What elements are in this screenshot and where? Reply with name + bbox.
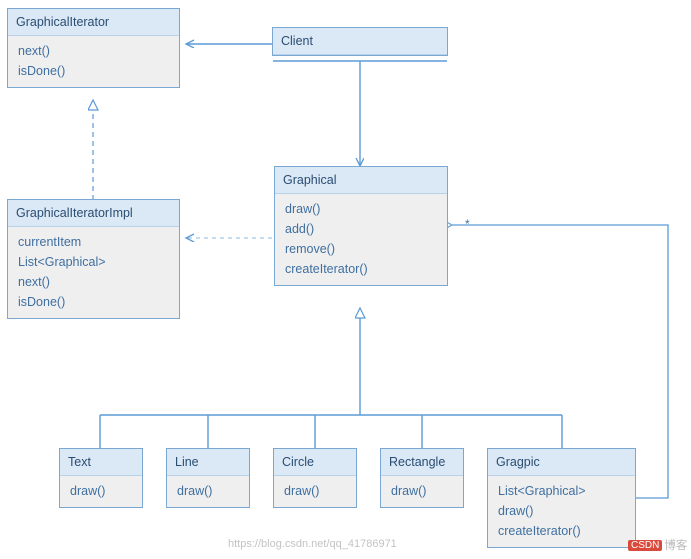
class-title-graphical-iterator-impl: GraphicalIteratorImpl (8, 200, 179, 227)
watermark-url: https://blog.csdn.net/qq_41786971 (228, 538, 397, 550)
class-members-graphical-iterator: next() isDone() (8, 36, 179, 87)
class-box-rectangle[interactable]: Rectangle draw() (380, 448, 464, 508)
class-title-client: Client (273, 28, 447, 55)
class-box-client[interactable]: Client (272, 27, 448, 56)
class-box-graphical-iterator[interactable]: GraphicalIterator next() isDone() (7, 8, 180, 88)
member-row: List<Graphical> (18, 255, 106, 269)
csdn-badge: CSDN (628, 540, 663, 551)
member-row: add() (285, 222, 315, 236)
member-row: draw() (177, 484, 213, 498)
class-members-gragpic: List<Graphical> draw() createIterator() (488, 476, 635, 547)
class-title-graphical-iterator: GraphicalIterator (8, 9, 179, 36)
watermark-site: CSDN 博客 (628, 537, 687, 553)
class-members-rectangle: draw() (381, 476, 463, 507)
class-title-graphical: Graphical (275, 167, 447, 194)
member-row: createIterator() (285, 262, 368, 276)
class-box-line[interactable]: Line draw() (166, 448, 250, 508)
member-row: isDone() (18, 64, 66, 78)
class-box-graphical[interactable]: Graphical draw() add() remove() createIt… (274, 166, 448, 286)
multiplicity-label-star: * (465, 217, 470, 231)
class-members-graphical-iterator-impl: currentItem List<Graphical> next() isDon… (8, 227, 179, 318)
member-row: List<Graphical> (498, 484, 586, 498)
class-box-graphical-iterator-impl[interactable]: GraphicalIteratorImpl currentItem List<G… (7, 199, 180, 319)
member-row: draw() (391, 484, 427, 498)
watermark-site-suffix: 博客 (664, 540, 688, 552)
class-members-line: draw() (167, 476, 249, 507)
class-members-text: draw() (60, 476, 142, 507)
class-box-circle[interactable]: Circle draw() (273, 448, 357, 508)
member-row: draw() (285, 202, 321, 216)
class-box-gragpic[interactable]: Gragpic List<Graphical> draw() createIte… (487, 448, 636, 548)
member-row: draw() (70, 484, 106, 498)
class-title-line: Line (167, 449, 249, 476)
member-row: createIterator() (498, 524, 581, 538)
class-title-circle: Circle (274, 449, 356, 476)
member-row: remove() (285, 242, 336, 256)
class-title-text: Text (60, 449, 142, 476)
member-row: next() (18, 275, 50, 289)
member-row: draw() (284, 484, 320, 498)
uml-diagram-canvas: GraphicalIterator next() isDone() Client… (0, 0, 691, 559)
member-row: draw() (498, 504, 534, 518)
class-title-gragpic: Gragpic (488, 449, 635, 476)
member-row: currentItem (18, 235, 82, 249)
class-members-graphical: draw() add() remove() createIterator() (275, 194, 447, 285)
class-title-rectangle: Rectangle (381, 449, 463, 476)
member-row: isDone() (18, 295, 66, 309)
member-row: next() (18, 44, 50, 58)
class-members-circle: draw() (274, 476, 356, 507)
class-box-text[interactable]: Text draw() (59, 448, 143, 508)
